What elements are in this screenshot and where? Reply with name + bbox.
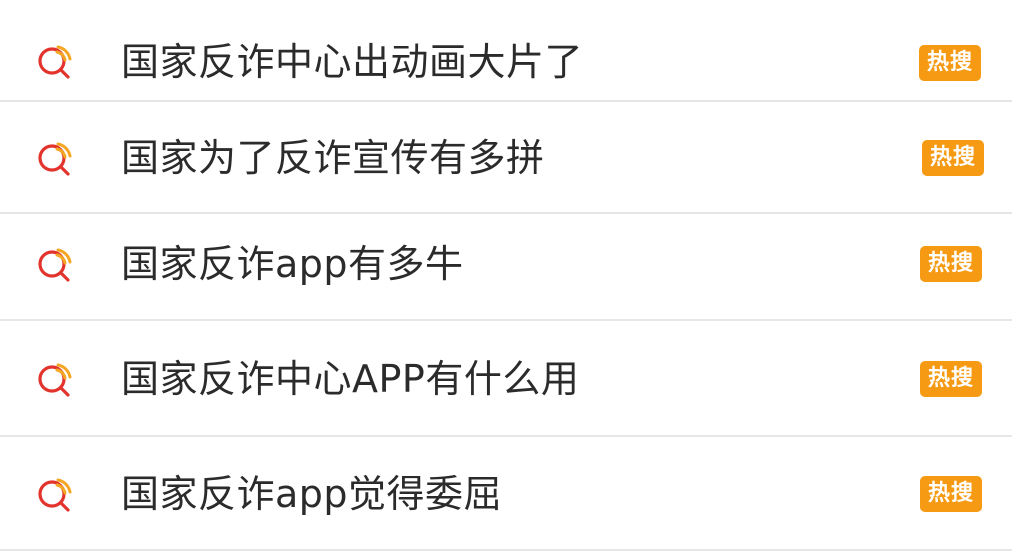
hot-badge: 热搜	[922, 140, 984, 176]
search-icon	[34, 136, 78, 180]
list-item[interactable]: 国家为了反诈宣传有多拼 热搜	[0, 102, 1024, 214]
search-icon	[34, 472, 78, 516]
hot-badge: 热搜	[920, 476, 982, 512]
list-item[interactable]: 国家反诈app有多牛 热搜	[0, 214, 1024, 321]
list-item[interactable]: 国家反诈app觉得委屈 热搜	[0, 437, 1024, 551]
hot-badge: 热搜	[920, 246, 982, 282]
search-icon	[34, 39, 78, 83]
search-icon	[34, 357, 78, 401]
hot-badge: 热搜	[919, 45, 981, 81]
list-item-label: 国家为了反诈宣传有多拼	[121, 136, 545, 180]
divider	[0, 549, 1012, 551]
hot-badge: 热搜	[920, 361, 982, 397]
hot-search-list: 国家反诈中心出动画大片了 热搜 国家为了反诈宣传有多拼 热搜 国家反诈app有多…	[0, 0, 1024, 560]
search-icon	[34, 242, 78, 286]
list-item[interactable]: 国家反诈中心APP有什么用 热搜	[0, 321, 1024, 437]
list-item[interactable]: 国家反诈中心出动画大片了 热搜	[0, 0, 1024, 102]
list-item-label: 国家反诈app觉得委屈	[121, 472, 503, 516]
list-item-label: 国家反诈中心APP有什么用	[121, 357, 580, 401]
list-item-label: 国家反诈中心出动画大片了	[121, 40, 584, 84]
list-item-label: 国家反诈app有多牛	[121, 242, 464, 286]
